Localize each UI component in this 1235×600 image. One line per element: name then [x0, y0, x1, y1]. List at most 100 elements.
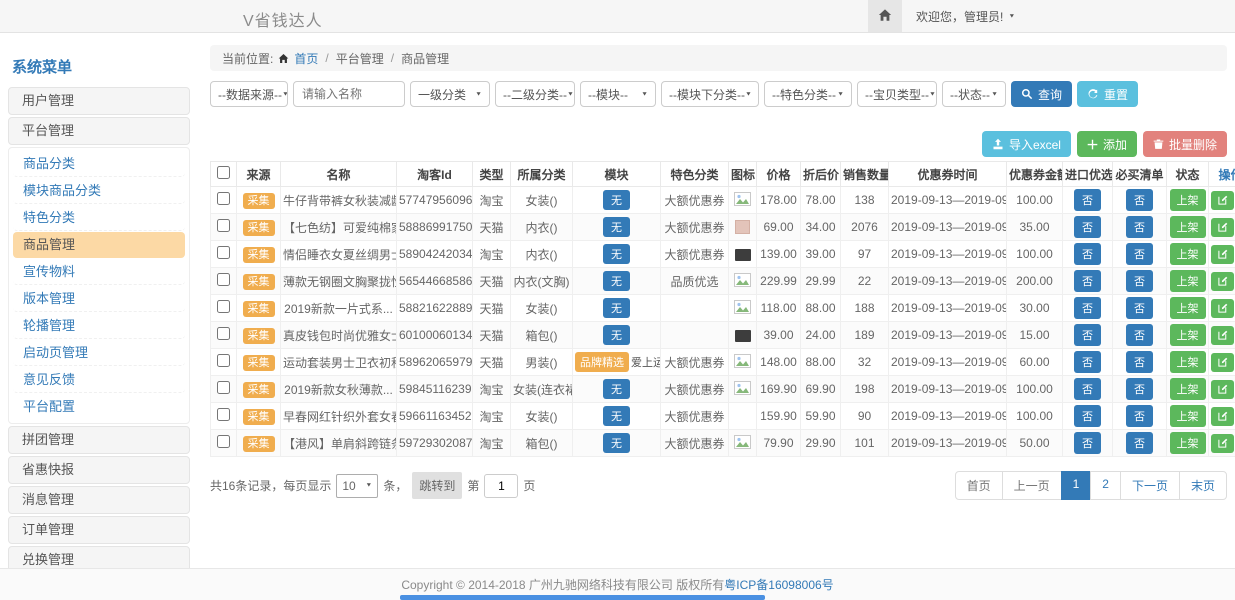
status-toggle[interactable]: 上架: [1170, 216, 1206, 238]
sidebar-item-message-mgmt[interactable]: 消息管理: [8, 486, 190, 514]
status-toggle[interactable]: 上架: [1170, 378, 1206, 400]
import-select-toggle[interactable]: 否: [1074, 405, 1101, 427]
edit-button[interactable]: [1211, 380, 1234, 399]
query-button[interactable]: 查询: [1011, 81, 1072, 107]
sidebar-item-platform-config[interactable]: 平台配置: [13, 394, 185, 420]
sidebar-item-version-mgmt[interactable]: 版本管理: [13, 286, 185, 312]
must-buy-toggle[interactable]: 否: [1126, 324, 1153, 346]
must-buy-toggle[interactable]: 否: [1126, 189, 1153, 211]
pager-next[interactable]: 下一页: [1120, 471, 1180, 500]
must-buy-toggle[interactable]: 否: [1126, 243, 1153, 265]
horizontal-scrollbar-thumb[interactable]: [400, 595, 765, 600]
select-all-checkbox[interactable]: [217, 166, 230, 179]
add-button[interactable]: 添加: [1077, 131, 1137, 157]
header-home-button[interactable]: [868, 0, 902, 32]
data-source-select[interactable]: --数据来源--▼: [210, 81, 288, 107]
icp-link[interactable]: 粤ICP备16098006号: [724, 576, 833, 593]
row-checkbox[interactable]: [217, 192, 230, 205]
import-select-toggle[interactable]: 否: [1074, 216, 1101, 238]
pager-prev[interactable]: 上一页: [1002, 471, 1062, 500]
edit-button[interactable]: [1211, 218, 1234, 237]
sidebar-item-feature-category[interactable]: 特色分类: [13, 205, 185, 231]
reset-button[interactable]: 重置: [1077, 81, 1138, 107]
row-checkbox[interactable]: [217, 246, 230, 259]
edit-button[interactable]: [1211, 434, 1234, 453]
module-sub-select[interactable]: --模块下分类--▼: [661, 81, 759, 107]
sidebar-item-splash-mgmt[interactable]: 启动页管理: [13, 340, 185, 366]
sidebar-item-platform-mgmt[interactable]: 平台管理: [8, 117, 190, 145]
pager-last[interactable]: 末页: [1179, 471, 1227, 500]
must-buy-toggle[interactable]: 否: [1126, 270, 1153, 292]
sidebar-item-module-goods-category[interactable]: 模块商品分类: [13, 178, 185, 204]
import-select-toggle[interactable]: 否: [1074, 432, 1101, 454]
import-select-toggle[interactable]: 否: [1074, 297, 1101, 319]
row-checkbox[interactable]: [217, 327, 230, 340]
module-select[interactable]: --模块--▼: [580, 81, 656, 107]
status-select[interactable]: --状态--▼: [942, 81, 1006, 107]
must-buy-toggle[interactable]: 否: [1126, 351, 1153, 373]
feature-select[interactable]: --特色分类--▼: [764, 81, 852, 107]
per-page-select[interactable]: 10 ▼: [336, 474, 378, 498]
sidebar-item-order-mgmt[interactable]: 订单管理: [8, 516, 190, 544]
row-checkbox[interactable]: [217, 408, 230, 421]
sidebar-item-carousel-mgmt[interactable]: 轮播管理: [13, 313, 185, 339]
row-checkbox[interactable]: [217, 273, 230, 286]
item-type-select[interactable]: --宝贝类型--▼: [857, 81, 937, 107]
pager-first[interactable]: 首页: [955, 471, 1003, 500]
must-buy-toggle[interactable]: 否: [1126, 378, 1153, 400]
edit-button[interactable]: [1211, 299, 1234, 318]
import-select-toggle[interactable]: 否: [1074, 270, 1101, 292]
import-select-toggle[interactable]: 否: [1074, 189, 1101, 211]
status-toggle[interactable]: 上架: [1170, 432, 1206, 454]
level1-category-select[interactable]: 一级分类▼: [410, 81, 490, 107]
row-checkbox[interactable]: [217, 354, 230, 367]
home-icon: [878, 8, 892, 25]
row-checkbox[interactable]: [217, 219, 230, 232]
breadcrumb-home-link[interactable]: 首页: [294, 50, 318, 67]
edit-button[interactable]: [1211, 245, 1234, 264]
sidebar-item-saving-news[interactable]: 省惠快报: [8, 456, 190, 484]
sales-count: 32: [841, 349, 889, 376]
status-toggle[interactable]: 上架: [1170, 243, 1206, 265]
sidebar-item-group-buy-mgmt[interactable]: 拼团管理: [8, 426, 190, 454]
row-select-cell: [211, 349, 237, 376]
jump-page-input[interactable]: [484, 474, 518, 498]
edit-button[interactable]: [1211, 353, 1234, 372]
import-select-toggle[interactable]: 否: [1074, 378, 1101, 400]
must-buy-toggle[interactable]: 否: [1126, 432, 1153, 454]
import-excel-button[interactable]: 导入excel: [982, 131, 1071, 157]
must-buy-toggle[interactable]: 否: [1126, 216, 1153, 238]
pager-1[interactable]: 1: [1061, 471, 1092, 500]
sidebar-item-user-mgmt[interactable]: 用户管理: [8, 87, 190, 115]
must-buy-cell: 否: [1113, 214, 1167, 241]
edit-button[interactable]: [1211, 326, 1234, 345]
sidebar-item-feedback[interactable]: 意见反馈: [13, 367, 185, 393]
edit-button[interactable]: [1211, 272, 1234, 291]
sidebar-item-goods-mgmt[interactable]: 商品管理: [13, 232, 185, 258]
level2-category-select[interactable]: --二级分类--▼: [495, 81, 575, 107]
row-checkbox[interactable]: [217, 300, 230, 313]
status-toggle[interactable]: 上架: [1170, 351, 1206, 373]
user-menu[interactable]: 欢迎您，管理员! ▼: [916, 8, 1015, 25]
edit-button[interactable]: [1211, 191, 1234, 210]
must-buy-toggle[interactable]: 否: [1126, 297, 1153, 319]
batch-delete-button[interactable]: 批量删除: [1143, 131, 1227, 157]
jump-button[interactable]: 跳转到: [412, 472, 462, 499]
name-input[interactable]: [293, 81, 405, 107]
edit-button[interactable]: [1211, 407, 1234, 426]
sidebar-item-goods-category[interactable]: 商品分类: [13, 151, 185, 177]
import-select-toggle[interactable]: 否: [1074, 351, 1101, 373]
column-header-8: 价格: [757, 162, 801, 187]
row-checkbox[interactable]: [217, 381, 230, 394]
import-select-toggle[interactable]: 否: [1074, 243, 1101, 265]
sidebar-item-promo-materials[interactable]: 宣传物料: [13, 259, 185, 285]
status-toggle[interactable]: 上架: [1170, 297, 1206, 319]
pager-2[interactable]: 2: [1090, 471, 1121, 500]
import-select-toggle[interactable]: 否: [1074, 324, 1101, 346]
status-toggle[interactable]: 上架: [1170, 189, 1206, 211]
row-checkbox[interactable]: [217, 435, 230, 448]
status-toggle[interactable]: 上架: [1170, 405, 1206, 427]
status-toggle[interactable]: 上架: [1170, 324, 1206, 346]
must-buy-toggle[interactable]: 否: [1126, 405, 1153, 427]
status-toggle[interactable]: 上架: [1170, 270, 1206, 292]
